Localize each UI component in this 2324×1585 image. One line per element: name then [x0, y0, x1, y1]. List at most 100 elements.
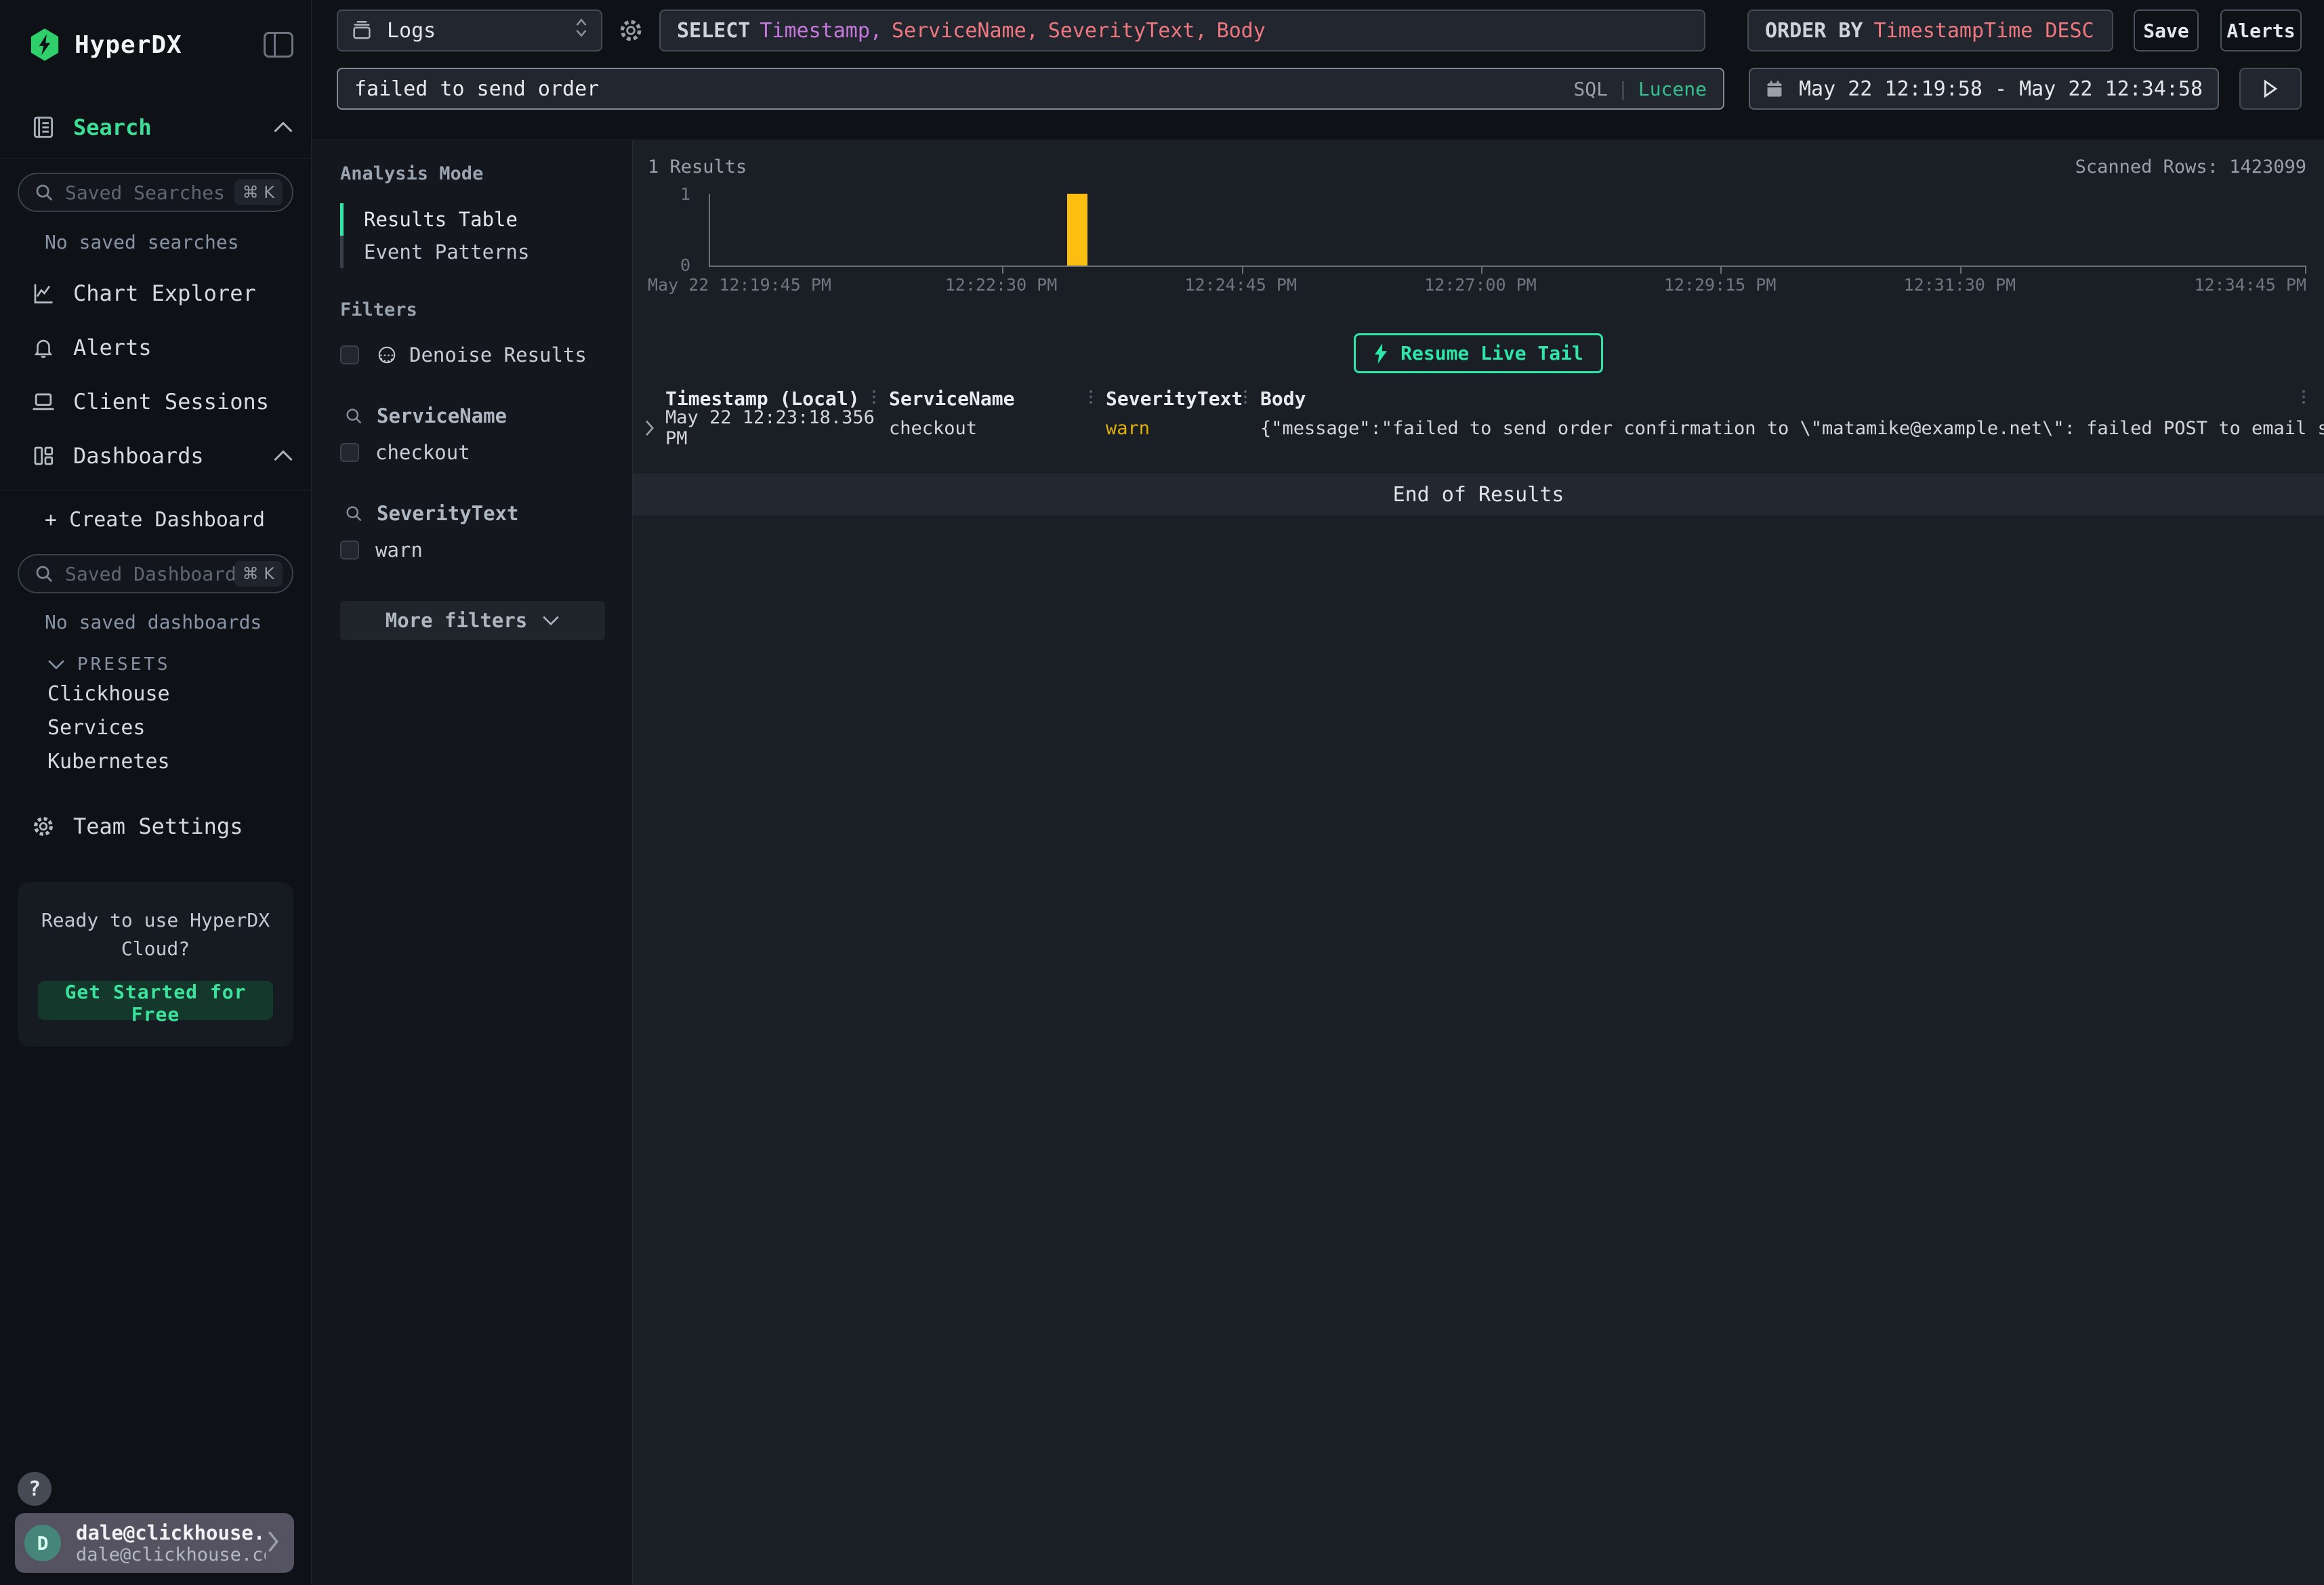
filter-group-header[interactable]: SeverityText — [340, 502, 605, 525]
sql-keyword: SELECT — [677, 19, 750, 43]
sidebar: HyperDX Search ⌘ K No saved searches — [0, 0, 312, 1585]
live-tail-row: Resume Live Tail — [633, 333, 2324, 373]
source-settings-button[interactable] — [613, 13, 648, 48]
more-filters-label: More filters — [386, 609, 528, 632]
user-menu[interactable]: D dale@clickhouse.com dale@clickhouse.co… — [15, 1513, 294, 1573]
column-drag-handle-icon[interactable] — [1088, 388, 1094, 408]
shortcut-badge: ⌘ K — [234, 179, 283, 205]
search-query-input[interactable] — [354, 77, 1573, 101]
time-range-picker[interactable]: May 22 12:19:58 - May 22 12:34:58 — [1749, 68, 2219, 110]
x-tick-mark — [1242, 267, 1243, 274]
filter-option-checkout[interactable]: checkout — [340, 441, 605, 464]
row-expand-icon[interactable] — [633, 419, 665, 437]
sql-keyword: ORDER BY — [1765, 19, 1863, 43]
histogram-plot: 1 0 — [709, 194, 2306, 267]
sidebar-item-client-sessions[interactable]: Client Sessions — [18, 384, 293, 419]
play-icon — [2262, 79, 2279, 98]
logo-row: HyperDX — [18, 27, 293, 62]
select-clause-input[interactable]: SELECT Timestamp, ServiceName, SeverityT… — [659, 9, 1705, 51]
chevron-up-icon[interactable] — [273, 121, 293, 133]
alerts-button[interactable]: Alerts — [2220, 9, 2302, 51]
journal-icon — [30, 114, 57, 140]
search-query-box[interactable]: SQL | Lucene — [337, 68, 1724, 110]
sidebar-item-search[interactable]: Search — [18, 110, 293, 145]
mode-event-patterns[interactable]: Event Patterns — [340, 236, 605, 268]
y-tick-1: 1 — [680, 184, 690, 204]
results-histogram[interactable]: 1 0 May 22 12:19:45 PM 12:22:30 PM 12:2 — [633, 177, 2306, 297]
sidebar-item-label: Team Settings — [73, 813, 243, 839]
presets-toggle[interactable]: PRESETS — [18, 654, 293, 675]
histogram-x-labels: May 22 12:19:45 PM 12:22:30 PM 12:24:45 … — [709, 275, 2306, 297]
filter-checkbox[interactable] — [340, 443, 359, 462]
cloud-promo-line1: Ready to use HyperDX — [38, 906, 273, 935]
get-started-button[interactable]: Get Started for Free — [38, 981, 273, 1020]
create-dashboard-button[interactable]: + Create Dashboard — [18, 503, 293, 536]
column-header[interactable]: ServiceName — [889, 387, 1014, 410]
dashboards-icon — [30, 444, 57, 468]
column-header[interactable]: Body — [1260, 387, 1306, 410]
histogram-bar-warn[interactable] — [1067, 194, 1087, 266]
sidebar-item-team-settings[interactable]: Team Settings — [18, 809, 293, 844]
run-query-button[interactable] — [2239, 68, 2302, 110]
order-by-input[interactable]: ORDER BY TimestampTime DESC — [1747, 9, 2113, 51]
sidebar-item-alerts[interactable]: Alerts — [18, 330, 293, 365]
denoise-results-option[interactable]: Denoise Results — [340, 343, 605, 366]
cell-servicename: checkout — [889, 418, 1106, 439]
denoise-icon — [377, 345, 397, 365]
mode-results-table[interactable]: Results Table — [340, 203, 605, 236]
preset-item-kubernetes[interactable]: Kubernetes — [18, 746, 293, 776]
source-select[interactable]: Logs — [337, 9, 602, 51]
filter-option-label: warn — [375, 538, 423, 562]
calendar-icon — [1765, 77, 1784, 100]
filter-group-header[interactable]: ServiceName — [340, 404, 605, 427]
x-tick-mark — [1002, 267, 1003, 274]
search-icon — [34, 182, 54, 203]
column-header[interactable]: SeverityText — [1106, 387, 1243, 410]
preset-label: Services — [47, 716, 146, 740]
column-header[interactable]: Timestamp (Local) — [665, 387, 860, 410]
search-icon — [34, 564, 54, 584]
filter-group-servicename: ServiceName checkout — [340, 404, 605, 464]
filter-checkbox[interactable] — [340, 541, 359, 559]
filter-group-name: ServiceName — [377, 404, 507, 427]
sidebar-item-label: Alerts — [73, 335, 152, 360]
content: Analysis Mode Results Table Event Patter… — [312, 140, 2324, 1585]
help-button[interactable]: ? — [18, 1472, 51, 1506]
sidebar-item-dashboards[interactable]: Dashboards — [18, 438, 293, 473]
x-label: 12:27:00 PM — [1424, 275, 1537, 295]
table-row[interactable]: May 22 12:23:18.356 PM checkout warn {"m… — [633, 414, 2324, 442]
time-range-value: May 22 12:19:58 - May 22 12:34:58 — [1799, 77, 2203, 101]
save-button[interactable]: Save — [2134, 9, 2199, 51]
filter-option-warn[interactable]: warn — [340, 538, 605, 562]
x-label: 12:31:30 PM — [1904, 275, 2016, 295]
chevron-up-icon[interactable] — [273, 450, 293, 462]
sidebar-item-chart-explorer[interactable]: Chart Explorer — [18, 276, 293, 311]
select-updown-icon — [574, 16, 589, 45]
preset-item-clickhouse[interactable]: Clickhouse — [18, 679, 293, 709]
sql-column: SeverityText, — [1048, 19, 1207, 43]
saved-dashboards-search[interactable]: ⌘ K — [18, 554, 293, 593]
divider — [0, 158, 311, 159]
denoise-checkbox[interactable] — [340, 345, 359, 364]
language-lucene-toggle[interactable]: Lucene — [1638, 78, 1707, 100]
saved-searches-input[interactable] — [65, 182, 234, 204]
preset-item-services[interactable]: Services — [18, 713, 293, 742]
create-dashboard-label: + Create Dashboard — [45, 508, 265, 532]
resume-live-tail-label: Resume Live Tail — [1400, 342, 1583, 364]
more-filters-button[interactable]: More filters — [340, 601, 605, 640]
sidebar-collapse-icon[interactable] — [264, 32, 293, 58]
scanned-rows: Scanned Rows: 1423099 — [2075, 156, 2306, 177]
table-options-icon[interactable] — [2301, 388, 2306, 408]
column-drag-handle-icon[interactable] — [871, 388, 877, 408]
x-label: 12:22:30 PM — [945, 275, 1058, 295]
language-sql-toggle[interactable]: SQL — [1573, 78, 1608, 100]
cell-severity: warn — [1106, 418, 1260, 439]
resume-live-tail-button[interactable]: Resume Live Tail — [1354, 333, 1603, 373]
cell-body: {"message":"failed to send order confirm… — [1260, 418, 2324, 439]
chart-line-icon — [30, 281, 57, 305]
results-count: 1 Results — [648, 156, 747, 177]
saved-dashboards-input[interactable] — [65, 563, 234, 585]
column-drag-handle-icon[interactable] — [1243, 388, 1248, 408]
saved-searches-search[interactable]: ⌘ K — [18, 173, 293, 212]
hyperdx-logo-icon — [30, 28, 60, 61]
